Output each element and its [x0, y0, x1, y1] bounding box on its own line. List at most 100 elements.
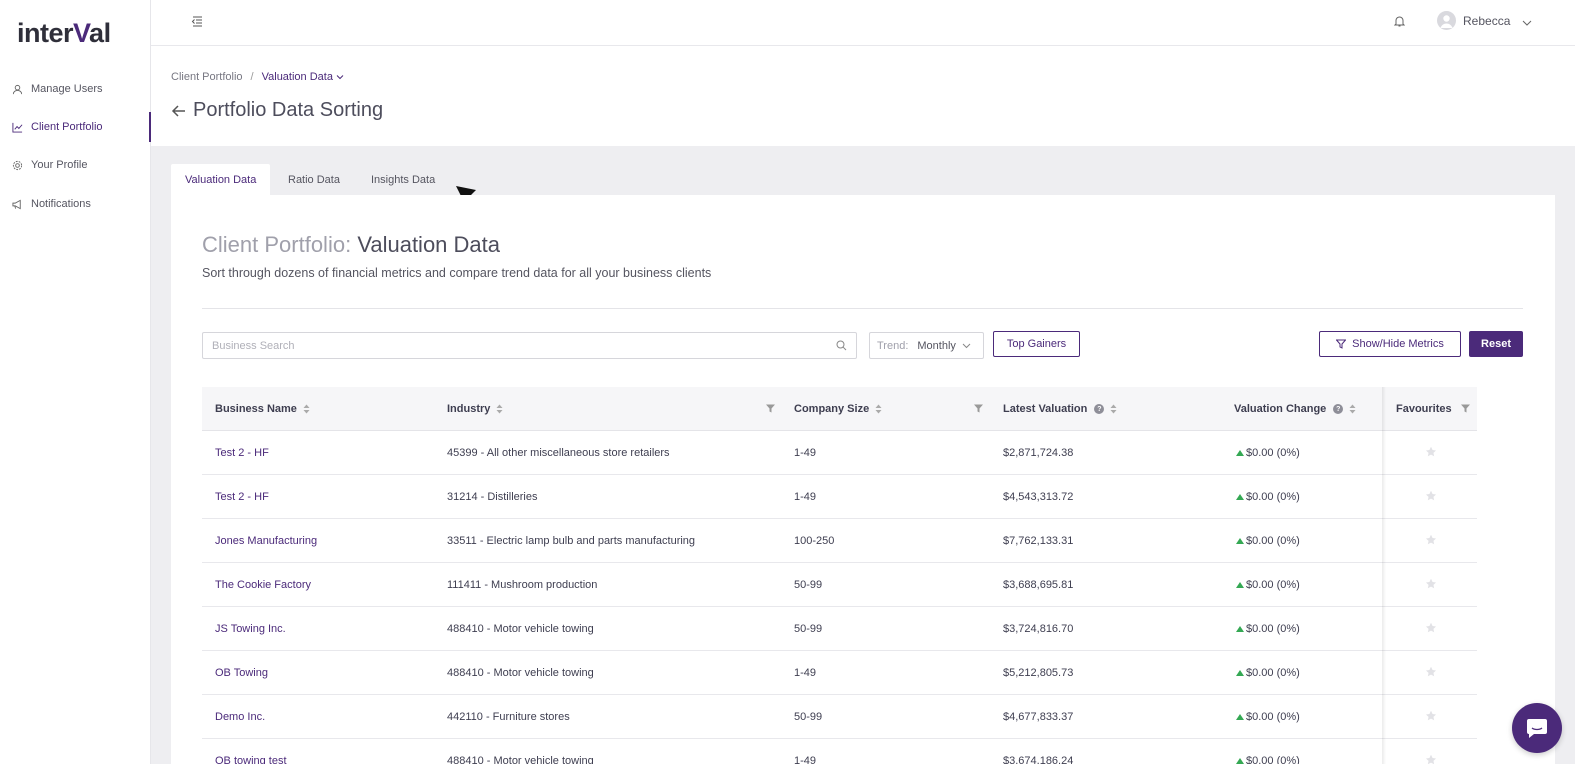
sidebar-item-notifications[interactable]: Notifications: [0, 189, 151, 219]
sticky-column-shadow: [1382, 387, 1386, 764]
star-icon[interactable]: [1425, 534, 1437, 546]
star-icon[interactable]: [1425, 622, 1437, 634]
top-bar: Rebecca: [151, 0, 1575, 46]
star-icon[interactable]: [1425, 446, 1437, 458]
column-header-business-name[interactable]: Business Name: [215, 403, 310, 415]
table-row[interactable]: JS Towing Inc. 488410 - Motor vehicle tow…: [202, 607, 1477, 651]
business-name-link[interactable]: JS Towing Inc.: [215, 623, 286, 635]
logo-accent: V: [73, 18, 90, 48]
sidebar: interVal Manage Users Client Portfolio Y…: [0, 0, 151, 764]
business-name-link[interactable]: OB towing test: [215, 755, 287, 764]
latest-valuation-cell: $3,674,186.24: [1003, 755, 1074, 764]
help-icon[interactable]: ?: [1333, 404, 1344, 414]
tab-insights-data[interactable]: Insights Data: [357, 164, 449, 195]
chevron-down-icon[interactable]: [1522, 15, 1532, 26]
trend-select[interactable]: Trend: Monthly: [869, 332, 984, 359]
valuation-change-value: $0.00 (0%): [1246, 579, 1300, 591]
valuation-change-cell: $0.00 (0%): [1236, 579, 1300, 591]
valuation-change-cell: $0.00 (0%): [1236, 535, 1300, 547]
interval-logo[interactable]: interVal: [17, 18, 111, 49]
sidebar-item-your-profile[interactable]: Your Profile: [0, 150, 151, 180]
section-subtitle: Sort through dozens of financial metrics…: [202, 266, 712, 280]
table-row[interactable]: Demo Inc. 442110 - Furniture stores 50-99 $…: [202, 695, 1477, 739]
chart-icon: [11, 121, 23, 133]
business-name-link[interactable]: Test 2 - HF: [215, 491, 269, 503]
star-icon[interactable]: [1425, 578, 1437, 590]
latest-valuation-cell: $4,677,833.37: [1003, 711, 1074, 723]
table-row[interactable]: Jones Manufacturing 33511 - Electric lamp…: [202, 519, 1477, 563]
latest-valuation-cell: $2,871,724.38: [1003, 447, 1074, 459]
star-icon[interactable]: [1425, 490, 1437, 502]
valuation-change-value: $0.00 (0%): [1246, 491, 1300, 503]
filter-icon[interactable]: [1461, 404, 1470, 413]
star-icon[interactable]: [1425, 754, 1437, 764]
chat-button[interactable]: [1512, 703, 1562, 753]
filter-icon[interactable]: [974, 404, 983, 413]
column-header-favourites: Favourites: [1396, 403, 1452, 415]
business-name-link[interactable]: Jones Manufacturing: [215, 535, 317, 547]
column-header-label: Latest Valuation: [1003, 403, 1088, 415]
menu-collapse-icon[interactable]: [191, 14, 203, 27]
top-gainers-button[interactable]: Top Gainers: [993, 331, 1080, 357]
username[interactable]: Rebecca: [1463, 14, 1510, 28]
table-row[interactable]: Test 2 - HF 45399 - All other miscellaneo…: [202, 431, 1477, 475]
up-arrow-icon: [1236, 538, 1244, 544]
up-arrow-icon: [1236, 714, 1244, 720]
show-hide-metrics-button[interactable]: Show/Hide Metrics: [1319, 331, 1461, 357]
bell-icon[interactable]: [1393, 14, 1406, 27]
industry-cell: 111411 - Mushroom production: [447, 579, 598, 591]
latest-valuation-cell: $7,762,133.31: [1003, 535, 1074, 547]
tab-ratio-data[interactable]: Ratio Data: [274, 164, 354, 195]
valuation-change-cell: $0.00 (0%): [1236, 711, 1300, 723]
company-size-cell: 100-250: [794, 535, 835, 547]
avatar[interactable]: [1437, 11, 1456, 30]
up-arrow-icon: [1236, 582, 1244, 588]
business-name-link[interactable]: Test 2 - HF: [215, 447, 269, 459]
column-header-company-size[interactable]: Company Size: [794, 403, 882, 415]
section-title-prefix: Client Portfolio:: [202, 232, 352, 257]
industry-cell: 442110 - Furniture stores: [447, 711, 570, 723]
business-name-link[interactable]: Demo Inc.: [215, 711, 265, 723]
table-row[interactable]: The Cookie Factory 111411 - Mushroom prod…: [202, 563, 1477, 607]
table-row[interactable]: Test 2 - HF 31214 - Distilleries 1-49 $4,54…: [202, 475, 1477, 519]
column-header-industry[interactable]: Industry: [447, 403, 503, 415]
sidebar-item-label: Client Portfolio: [31, 121, 103, 133]
breadcrumb-root[interactable]: Client Portfolio: [171, 71, 243, 83]
reset-button[interactable]: Reset: [1469, 331, 1523, 357]
business-name-link[interactable]: OB Towing: [215, 667, 268, 679]
back-arrow-icon[interactable]: [171, 103, 187, 119]
search-icon[interactable]: [836, 340, 847, 351]
search-input[interactable]: [203, 333, 823, 358]
industry-cell: 488410 - Motor vehicle towing: [447, 667, 594, 679]
latest-valuation-cell: $3,688,695.81: [1003, 579, 1074, 591]
sidebar-item-client-portfolio[interactable]: Client Portfolio: [0, 112, 151, 142]
sort-icon[interactable]: [303, 404, 310, 414]
sort-icon[interactable]: [1349, 404, 1356, 414]
divider: [202, 308, 1523, 309]
sort-icon[interactable]: [1110, 404, 1117, 414]
sort-icon[interactable]: [496, 404, 503, 414]
star-icon[interactable]: [1425, 666, 1437, 678]
help-icon[interactable]: ?: [1094, 404, 1105, 414]
industry-cell: 45399 - All other miscellaneous store re…: [447, 447, 670, 459]
breadcrumb: Client Portfolio / Valuation Data: [171, 71, 344, 83]
star-icon[interactable]: [1425, 710, 1437, 722]
industry-cell: 488410 - Motor vehicle towing: [447, 623, 594, 635]
trend-label: Trend:: [877, 339, 909, 352]
up-arrow-icon: [1236, 494, 1244, 500]
section-title: Client Portfolio: Valuation Data: [202, 232, 500, 258]
column-header-valuation-change[interactable]: Valuation Change ?: [1234, 403, 1356, 415]
column-header-latest-valuation[interactable]: Latest Valuation ?: [1003, 403, 1117, 415]
sidebar-item-manage-users[interactable]: Manage Users: [0, 74, 151, 104]
filter-icon[interactable]: [766, 404, 775, 413]
table-row[interactable]: OB towing test 488410 - Motor vehicle tow…: [202, 739, 1477, 764]
column-header-label: Valuation Change: [1234, 403, 1327, 415]
user-icon: [11, 83, 23, 95]
latest-valuation-cell: $5,212,805.73: [1003, 667, 1074, 679]
breadcrumb-current-dropdown[interactable]: Valuation Data: [262, 71, 344, 83]
table-row[interactable]: OB Towing 488410 - Motor vehicle towing 1-…: [202, 651, 1477, 695]
tab-valuation-data[interactable]: Valuation Data: [171, 164, 271, 195]
business-name-link[interactable]: The Cookie Factory: [215, 579, 311, 591]
megaphone-icon: [11, 198, 23, 210]
sort-icon[interactable]: [875, 404, 882, 414]
